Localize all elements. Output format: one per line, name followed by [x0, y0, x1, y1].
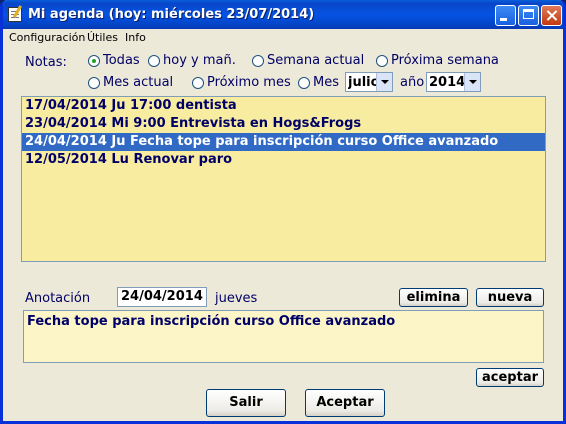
- nueva-button[interactable]: nueva: [476, 288, 544, 307]
- year-select-value: 2014: [429, 75, 466, 90]
- radio-semana-actual-label[interactable]: Semana actual: [267, 53, 364, 68]
- app-window: Mi agenda (hoy: miércoles 23/07/2014) Co…: [0, 0, 566, 424]
- radio-proxima-semana-label[interactable]: Próxima semana: [391, 53, 499, 68]
- annotation-textarea[interactable]: Fecha tope para inscripción curso Office…: [23, 310, 544, 363]
- radio-todas[interactable]: [88, 55, 100, 67]
- radio-proximo-mes-label[interactable]: Próximo mes: [207, 75, 291, 90]
- list-item-selected[interactable]: 24/04/2014 Ju Fecha tope para inscripció…: [22, 133, 545, 151]
- radio-hoy-manana-label[interactable]: hoy y mañ.: [163, 53, 236, 68]
- list-item[interactable]: 17/04/2014 Ju 17:00 dentista: [22, 97, 545, 115]
- menu-bar: Configuración Útiles Info: [3, 29, 563, 47]
- window-title: Mi agenda (hoy: miércoles 23/07/2014): [28, 7, 315, 22]
- month-select-value: julio: [348, 75, 376, 90]
- radio-proximo-mes[interactable]: [192, 77, 204, 89]
- weekday-label: jueves: [215, 291, 258, 306]
- aceptar-small-button[interactable]: aceptar: [476, 368, 544, 387]
- radio-mes[interactable]: [298, 77, 310, 89]
- maximize-button[interactable]: [518, 5, 539, 26]
- radio-semana-actual[interactable]: [252, 55, 264, 67]
- month-select[interactable]: julio: [345, 72, 393, 92]
- minimize-button[interactable]: [495, 5, 516, 26]
- menu-utiles[interactable]: Útiles: [87, 31, 118, 44]
- list-item[interactable]: 23/04/2014 Mi 9:00 Entrevista en Hogs&Fr…: [22, 115, 545, 133]
- salir-button[interactable]: Salir: [206, 389, 286, 417]
- title-bar[interactable]: Mi agenda (hoy: miércoles 23/07/2014): [3, 0, 563, 29]
- list-item[interactable]: 12/05/2014 Lu Renovar paro: [22, 151, 545, 169]
- year-select[interactable]: 2014: [426, 72, 481, 92]
- close-button[interactable]: [541, 5, 562, 26]
- anotacion-label: Anotación: [25, 291, 91, 306]
- notes-list[interactable]: 17/04/2014 Ju 17:00 dentista 23/04/2014 …: [21, 96, 546, 262]
- radio-hoy-manana[interactable]: [148, 55, 160, 67]
- menu-info[interactable]: Info: [125, 31, 146, 44]
- date-field[interactable]: 24/04/2014: [117, 287, 207, 307]
- radio-mes-label[interactable]: Mes: [313, 75, 339, 90]
- aceptar-button[interactable]: Aceptar: [305, 389, 385, 417]
- elimina-button[interactable]: elimina: [399, 288, 468, 307]
- menu-configuracion[interactable]: Configuración: [9, 31, 85, 44]
- chevron-down-icon[interactable]: [376, 73, 392, 91]
- notepad-icon: [8, 7, 22, 22]
- notas-label: Notas:: [25, 55, 67, 70]
- radio-proxima-semana[interactable]: [376, 55, 388, 67]
- radio-mes-actual[interactable]: [88, 77, 100, 89]
- chevron-down-icon[interactable]: [464, 73, 480, 91]
- radio-todas-label[interactable]: Todas: [103, 53, 140, 68]
- radio-mes-actual-label[interactable]: Mes actual: [103, 75, 173, 90]
- year-label: año: [400, 75, 425, 90]
